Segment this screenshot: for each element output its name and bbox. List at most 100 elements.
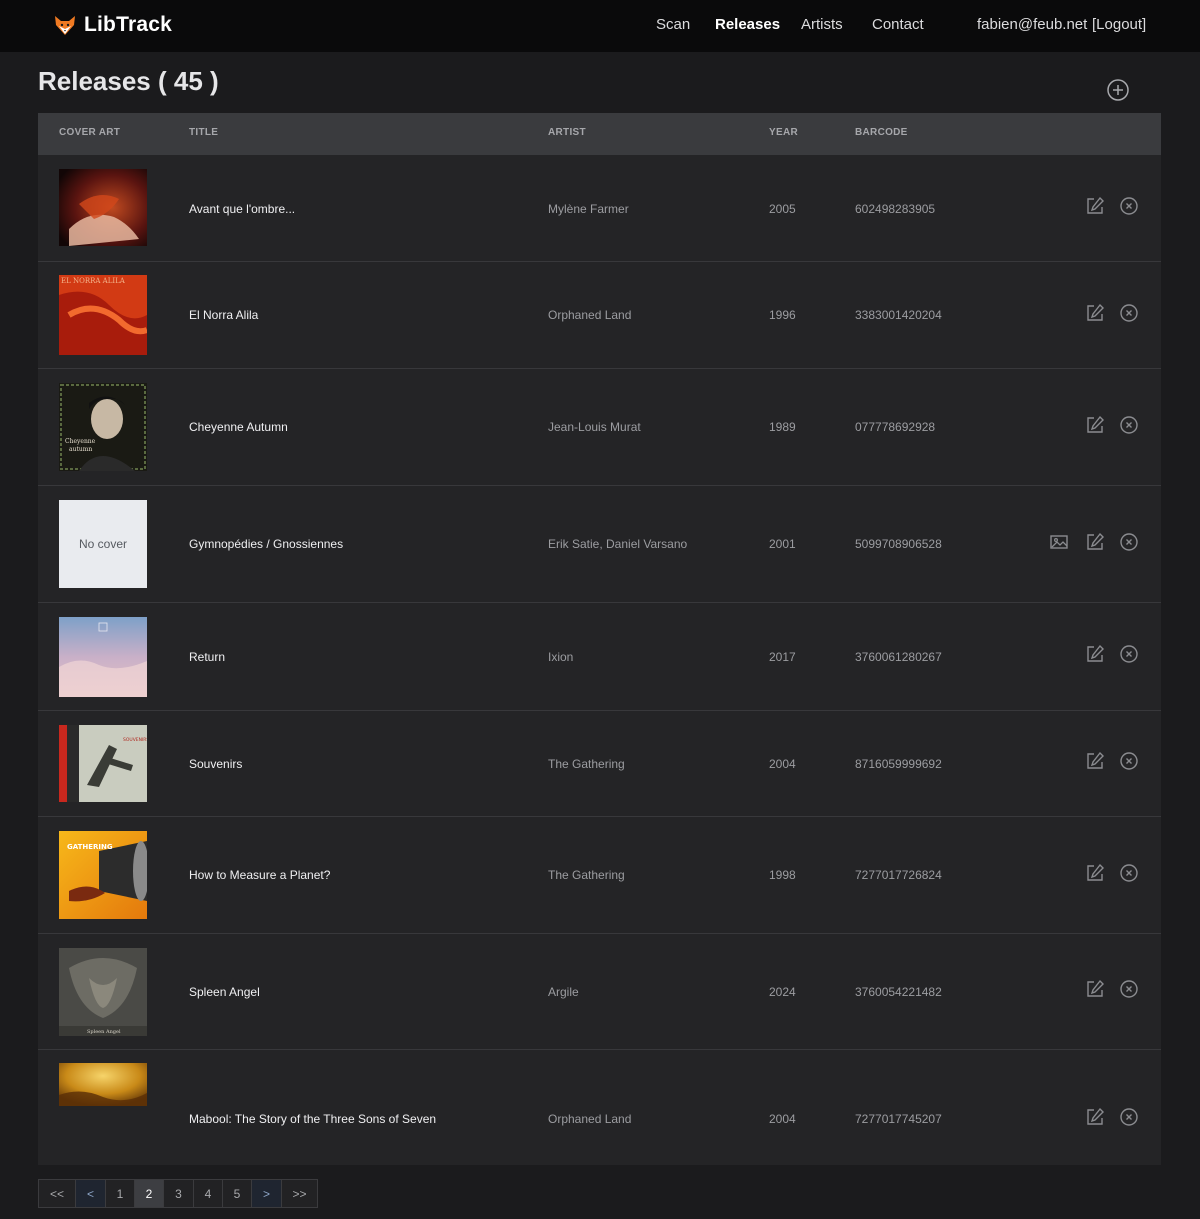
table-row: No cover Gymnopédies / Gnossiennes Erik … bbox=[38, 486, 1161, 603]
page-first-button[interactable]: << bbox=[39, 1180, 76, 1207]
release-artist[interactable]: Orphaned Land bbox=[548, 308, 631, 322]
cover-art-image[interactable] bbox=[59, 169, 147, 246]
top-navbar: LibTrack Scan Releases Artists Contact f… bbox=[0, 0, 1200, 52]
releases-table: COVER ART TITLE ARTIST YEAR BARCODE Avan… bbox=[38, 113, 1161, 1165]
release-year: 1998 bbox=[769, 868, 796, 882]
release-title[interactable]: Cheyenne Autumn bbox=[189, 420, 288, 434]
release-year: 2024 bbox=[769, 985, 796, 999]
delete-icon[interactable] bbox=[1119, 644, 1139, 664]
svg-text:EL NORRA ALILA: EL NORRA ALILA bbox=[61, 277, 126, 285]
page-3-button[interactable]: 3 bbox=[164, 1180, 194, 1207]
delete-icon[interactable] bbox=[1119, 863, 1139, 883]
nav-link-artists[interactable]: Artists bbox=[801, 16, 843, 33]
delete-icon[interactable] bbox=[1119, 532, 1139, 552]
release-artist[interactable]: Argile bbox=[548, 985, 579, 999]
page-5-button[interactable]: 5 bbox=[223, 1180, 252, 1207]
release-year: 2005 bbox=[769, 202, 796, 216]
release-title[interactable]: Return bbox=[189, 650, 225, 664]
edit-icon[interactable] bbox=[1085, 863, 1105, 883]
nav-link-scan[interactable]: Scan bbox=[656, 16, 690, 33]
image-icon[interactable] bbox=[1049, 532, 1069, 552]
brand[interactable]: LibTrack bbox=[53, 12, 172, 38]
table-row: Avant que l'ombre... Mylène Farmer 2005 … bbox=[38, 155, 1161, 262]
delete-icon[interactable] bbox=[1119, 196, 1139, 216]
table-header: COVER ART TITLE ARTIST YEAR BARCODE bbox=[38, 113, 1161, 155]
page-1-button[interactable]: 1 bbox=[106, 1180, 135, 1207]
release-title[interactable]: Souvenirs bbox=[189, 757, 242, 771]
release-title[interactable]: Spleen Angel bbox=[189, 985, 260, 999]
release-barcode: 077778692928 bbox=[855, 420, 936, 434]
edit-icon[interactable] bbox=[1085, 644, 1105, 664]
cover-art-image[interactable]: Spleen Angel bbox=[59, 948, 147, 1036]
svg-text:SOUVENIRS: SOUVENIRS bbox=[123, 737, 147, 743]
table-row: Return Ixion 2017 3760061280267 bbox=[38, 603, 1161, 711]
table-row: EL NORRA ALILA El Norra Alila Orphaned L… bbox=[38, 262, 1161, 369]
table-row: Mabool: The Story of the Three Sons of S… bbox=[38, 1050, 1161, 1165]
release-year: 1989 bbox=[769, 420, 796, 434]
edit-icon[interactable] bbox=[1085, 196, 1105, 216]
release-artist[interactable]: Ixion bbox=[548, 650, 573, 664]
cover-art-image[interactable] bbox=[59, 617, 147, 697]
edit-icon[interactable] bbox=[1085, 415, 1105, 435]
release-title[interactable]: El Norra Alila bbox=[189, 308, 258, 322]
cover-art-image[interactable]: SOUVENIRS bbox=[59, 725, 147, 802]
release-barcode: 8716059999692 bbox=[855, 757, 942, 771]
release-barcode: 3760061280267 bbox=[855, 650, 942, 664]
edit-icon[interactable] bbox=[1085, 751, 1105, 771]
release-year: 2004 bbox=[769, 757, 796, 771]
release-barcode: 3383001420204 bbox=[855, 308, 942, 322]
page-2-button[interactable]: 2 bbox=[135, 1180, 164, 1207]
release-year: 2017 bbox=[769, 650, 796, 664]
column-header-artist: ARTIST bbox=[548, 127, 586, 138]
delete-icon[interactable] bbox=[1119, 751, 1139, 771]
no-cover-placeholder: No cover bbox=[59, 500, 147, 588]
edit-icon[interactable] bbox=[1085, 979, 1105, 999]
column-header-barcode: BARCODE bbox=[855, 127, 908, 138]
cover-art-image[interactable]: Cheyenne autumn bbox=[59, 383, 147, 471]
release-artist[interactable]: Mylène Farmer bbox=[548, 202, 629, 216]
delete-icon[interactable] bbox=[1119, 1107, 1139, 1127]
table-row: SOUVENIRS Souvenirs The Gathering 2004 8… bbox=[38, 711, 1161, 817]
release-year: 1996 bbox=[769, 308, 796, 322]
delete-icon[interactable] bbox=[1119, 415, 1139, 435]
release-year: 2004 bbox=[769, 1112, 796, 1126]
release-artist[interactable]: The Gathering bbox=[548, 757, 625, 771]
release-barcode: 7277017726824 bbox=[855, 868, 942, 882]
svg-text:GATHERING: GATHERING bbox=[67, 843, 113, 851]
release-title[interactable]: Mabool: The Story of the Three Sons of S… bbox=[189, 1112, 436, 1126]
cover-art-image[interactable]: EL NORRA ALILA bbox=[59, 275, 147, 355]
no-cover-label: No cover bbox=[78, 537, 128, 551]
delete-icon[interactable] bbox=[1119, 979, 1139, 999]
release-barcode: 7277017745207 bbox=[855, 1112, 942, 1126]
release-barcode: 3760054221482 bbox=[855, 985, 942, 999]
nav-link-releases[interactable]: Releases bbox=[715, 16, 780, 33]
plus-circle-icon[interactable] bbox=[1106, 78, 1130, 102]
column-header-year: YEAR bbox=[769, 127, 798, 138]
release-artist[interactable]: Jean-Louis Murat bbox=[548, 420, 641, 434]
cover-art-image[interactable] bbox=[59, 1063, 147, 1106]
page-prev-button[interactable]: < bbox=[76, 1180, 106, 1207]
delete-icon[interactable] bbox=[1119, 303, 1139, 323]
table-row: Cheyenne autumn Cheyenne Autumn Jean-Lou… bbox=[38, 369, 1161, 486]
pagination: << < 1 2 3 4 5 > >> bbox=[38, 1179, 318, 1208]
release-title[interactable]: How to Measure a Planet? bbox=[189, 868, 330, 882]
logout-link[interactable]: [Logout] bbox=[1092, 16, 1146, 33]
release-artist[interactable]: Orphaned Land bbox=[548, 1112, 631, 1126]
edit-icon[interactable] bbox=[1085, 1107, 1105, 1127]
page-last-button[interactable]: >> bbox=[282, 1180, 317, 1207]
edit-icon[interactable] bbox=[1085, 303, 1105, 323]
cover-art-image[interactable]: GATHERING bbox=[59, 831, 147, 919]
page-4-button[interactable]: 4 bbox=[194, 1180, 223, 1207]
release-barcode: 602498283905 bbox=[855, 202, 936, 216]
release-barcode: 5099708906528 bbox=[855, 537, 942, 551]
table-row: GATHERING How to Measure a Planet? The G… bbox=[38, 817, 1161, 934]
page-next-button[interactable]: > bbox=[252, 1180, 282, 1207]
release-artist[interactable]: The Gathering bbox=[548, 868, 625, 882]
nav-link-contact[interactable]: Contact bbox=[872, 16, 924, 33]
release-title[interactable]: Gymnopédies / Gnossiennes bbox=[189, 537, 343, 551]
fox-logo-icon bbox=[55, 16, 75, 35]
release-artist[interactable]: Erik Satie, Daniel Varsano bbox=[548, 537, 687, 551]
release-year: 2001 bbox=[769, 537, 796, 551]
edit-icon[interactable] bbox=[1085, 532, 1105, 552]
release-title[interactable]: Avant que l'ombre... bbox=[189, 202, 295, 216]
